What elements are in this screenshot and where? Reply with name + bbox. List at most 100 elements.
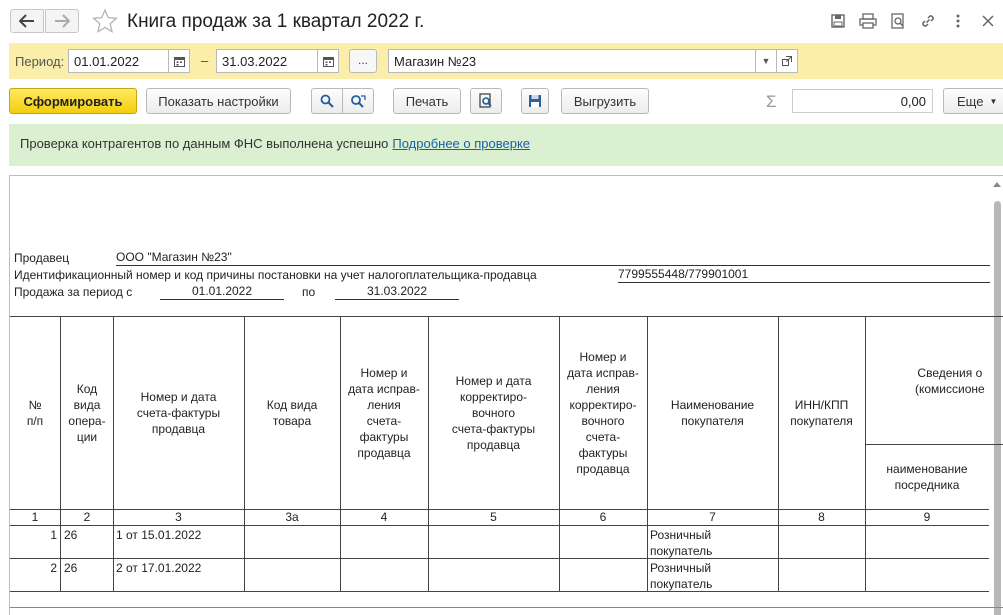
close-icon[interactable] <box>973 10 1003 32</box>
row-1-cell[interactable] <box>244 525 341 559</box>
chevron-down-icon: ▼ <box>761 56 771 66</box>
generate-button[interactable]: Сформировать <box>9 88 137 114</box>
row-2-cell[interactable] <box>865 558 989 592</box>
info-bar: Проверка контрагентов по данным ФНС выпо… <box>9 124 1003 166</box>
col-number: 6 <box>559 509 648 526</box>
organization-dropdown-button[interactable]: ▼ <box>755 49 777 73</box>
sales-table: № п/п Код вида опера- ции Номер и дата с… <box>10 316 1003 608</box>
col-header-8: ИНН/КПП покупателя <box>778 317 866 510</box>
col-header-1: № п/п <box>10 317 61 510</box>
col-number: 4 <box>340 509 429 526</box>
col-number: 3а <box>244 509 341 526</box>
search-icon <box>320 94 334 108</box>
link-icon[interactable] <box>913 10 943 32</box>
period-from-input[interactable]: 01.01.2022 <box>68 49 169 73</box>
organization-open-button[interactable] <box>776 49 798 73</box>
save-icon[interactable] <box>823 10 853 32</box>
col-header-3a: Код вида товара <box>244 317 341 510</box>
calendar-icon <box>322 56 334 67</box>
col-number: 9 <box>865 509 989 526</box>
sale-period-label: Продажа за период с <box>14 285 133 299</box>
col-header-4: Номер и дата исправ- ления счета- фактур… <box>340 317 429 510</box>
preview-button[interactable] <box>470 88 502 114</box>
save-icon <box>529 95 541 107</box>
title-bar: Книга продаж за 1 квартал 2022 г. <box>0 0 1003 42</box>
col-number: 2 <box>60 509 114 526</box>
row-2-cell[interactable] <box>244 558 341 592</box>
export-button[interactable]: Выгрузить <box>561 88 649 114</box>
search-refresh-icon <box>351 95 366 108</box>
col-header-9: Сведения о (комиссионе <box>865 317 1003 445</box>
row-2-op[interactable]: 26 <box>60 558 114 592</box>
col-number: 1 <box>10 509 61 526</box>
col-header-2: Код вида опера- ции <box>60 317 114 510</box>
calendar-from-button[interactable] <box>168 49 190 73</box>
preview-icon <box>479 93 492 108</box>
row-2-cell[interactable] <box>428 558 560 592</box>
row-1-n[interactable]: 1 <box>10 525 61 559</box>
calendar-to-button[interactable] <box>317 49 339 73</box>
check-details-link[interactable]: Подробнее о проверке <box>392 136 530 151</box>
row-1-cell[interactable] <box>340 525 429 559</box>
seller-value: ООО "Магазин №23" <box>116 250 990 266</box>
info-message: Проверка контрагентов по данным ФНС выпо… <box>20 136 530 151</box>
inn-label: Идентификационный номер и код причины по… <box>14 268 537 282</box>
table-bottom-line <box>10 607 1003 608</box>
report-spreadsheet[interactable]: Продавец ООО "Магазин №23" Идентификацио… <box>9 175 1003 615</box>
scroll-up-icon[interactable] <box>993 182 1001 187</box>
print-button[interactable]: Печать <box>393 88 461 114</box>
sale-period-from: 01.01.2022 <box>160 284 284 300</box>
open-external-icon <box>782 56 792 66</box>
col-number: 8 <box>778 509 866 526</box>
row-1-buyer[interactable]: Розничный покупатель <box>647 525 779 559</box>
more-label: Еще <box>957 93 984 109</box>
page-title: Книга продаж за 1 квартал 2022 г. <box>127 11 425 32</box>
row-1-invoice[interactable]: 1 от 15.01.2022 <box>113 525 245 559</box>
more-vertical-icon[interactable] <box>943 10 973 32</box>
select-period-button[interactable]: ... <box>349 49 377 73</box>
sum-icon: Σ <box>766 92 777 111</box>
sum-field[interactable]: 0,00 <box>792 89 933 113</box>
col-number: 5 <box>428 509 560 526</box>
back-button[interactable] <box>10 9 44 33</box>
forward-button[interactable] <box>45 9 79 33</box>
period-bar: Период: 01.01.2022 – 31.03.2022 ... Мага… <box>9 43 1003 79</box>
row-2-cell[interactable] <box>559 558 648 592</box>
command-bar: Сформировать Показать настройки Печать В… <box>9 88 1003 116</box>
row-2-invoice[interactable]: 2 от 17.01.2022 <box>113 558 245 592</box>
organization-input[interactable]: Магазин №23 <box>388 49 756 73</box>
col-header-5: Номер и дата корректиро- вочного счета-ф… <box>428 317 560 510</box>
row-2-cell[interactable] <box>340 558 429 592</box>
arrow-left-icon <box>19 14 34 28</box>
inn-value: 7799555448/779901001 <box>618 267 990 283</box>
row-2-n[interactable]: 2 <box>10 558 61 592</box>
row-1-cell[interactable] <box>428 525 560 559</box>
show-settings-button[interactable]: Показать настройки <box>146 88 291 114</box>
col-header-7: Наименование покупателя <box>647 317 779 510</box>
period-dash: – <box>201 53 209 68</box>
search-button[interactable] <box>311 88 343 114</box>
search-next-button[interactable] <box>342 88 374 114</box>
window-actions <box>823 10 1003 32</box>
period-label: Период: <box>15 54 65 69</box>
row-1-cell[interactable] <box>559 525 648 559</box>
col-header-3: Номер и дата счета-фактуры продавца <box>113 317 245 510</box>
arrow-right-icon <box>55 14 70 28</box>
print-icon[interactable] <box>853 10 883 32</box>
sale-period-to: 31.03.2022 <box>335 284 459 300</box>
preview-icon[interactable] <box>883 10 913 32</box>
save-button[interactable] <box>521 88 549 114</box>
seller-label: Продавец <box>14 251 70 265</box>
period-to-input[interactable]: 31.03.2022 <box>216 49 318 73</box>
row-2-cell[interactable] <box>778 558 866 592</box>
row-1-cell[interactable] <box>865 525 989 559</box>
row-1-cell[interactable] <box>778 525 866 559</box>
calendar-icon <box>173 56 185 67</box>
col-header-6: Номер и дата исправ- ления корректиро- в… <box>559 317 648 510</box>
col-number: 7 <box>647 509 779 526</box>
row-1-op[interactable]: 26 <box>60 525 114 559</box>
more-button[interactable]: Еще ▼ <box>943 88 1003 114</box>
info-text: Проверка контрагентов по данным ФНС выпо… <box>20 136 389 151</box>
favorite-star-icon[interactable] <box>92 8 118 34</box>
row-2-buyer[interactable]: Розничный покупатель <box>647 558 779 592</box>
